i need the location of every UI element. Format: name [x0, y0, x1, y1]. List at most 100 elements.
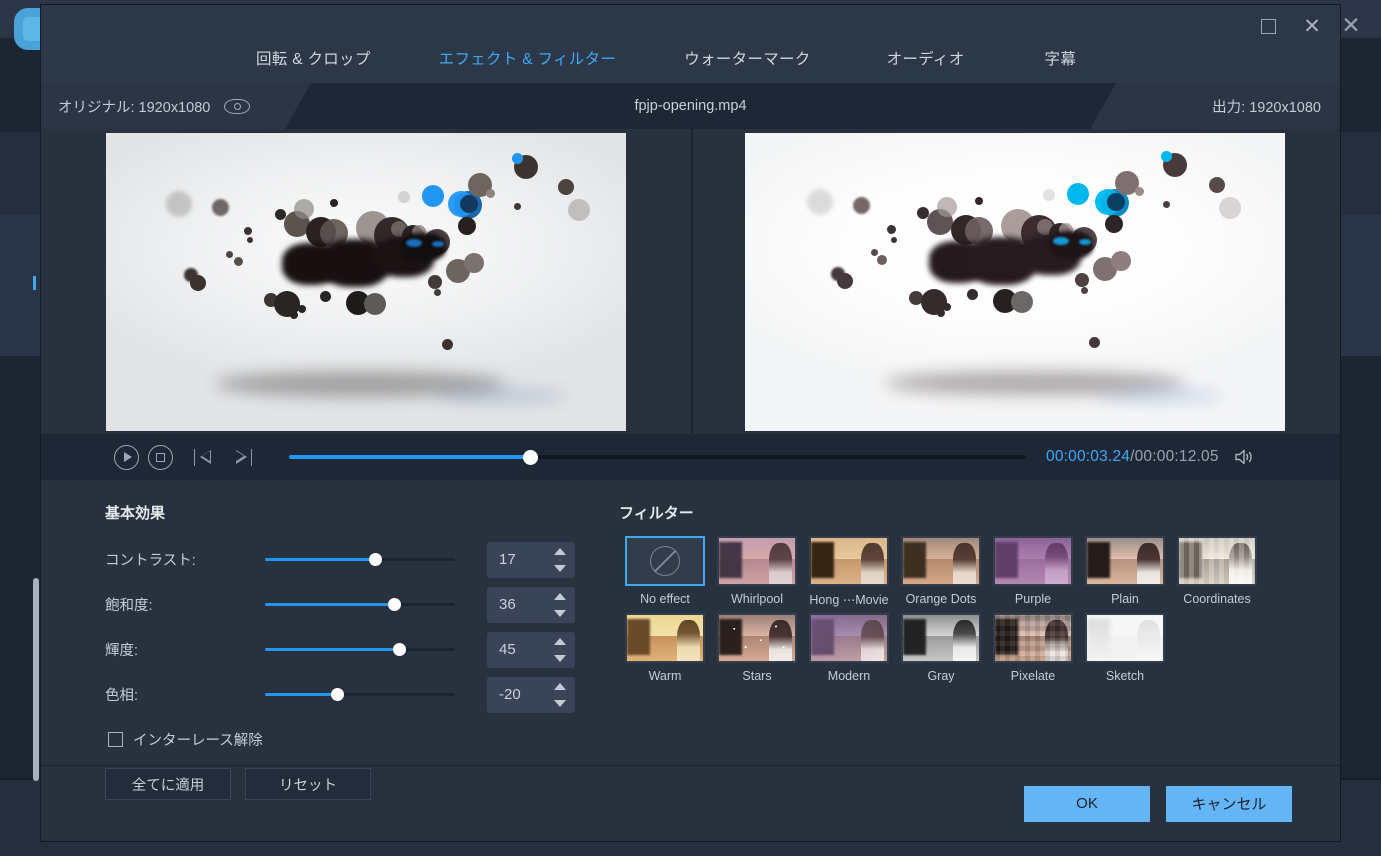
- filter-thumbnail: [993, 536, 1073, 586]
- brightness-value: 45: [499, 641, 516, 658]
- output-video-image: [745, 132, 1285, 431]
- filter-label: Purple: [1014, 592, 1052, 606]
- playback-controls: 00:00:03.24/00:00:12.05: [41, 434, 1340, 480]
- tab-audio[interactable]: オーディオ: [877, 43, 975, 73]
- seek-handle[interactable]: [523, 449, 538, 465]
- spinner-up-icon[interactable]: [554, 682, 566, 690]
- spinner-down-icon[interactable]: [554, 609, 566, 617]
- slider-fill: [265, 558, 376, 561]
- hue-row: 色相: -20: [105, 672, 585, 717]
- seek-fill: [289, 455, 532, 459]
- filter-label: Pixelate: [1010, 669, 1056, 683]
- current-time: 00:00:03.24: [1046, 448, 1131, 465]
- brightness-row: 輝度: 45: [105, 627, 585, 672]
- filter-thumbnail: [717, 536, 797, 586]
- slider-handle[interactable]: [330, 688, 344, 701]
- spinner-down-icon[interactable]: [554, 564, 566, 572]
- filter-thumbnail: [717, 613, 797, 663]
- dialog-body: 基本効果 コントラスト: 17 飽和度: 36 輝度: 45 色相: -20 イ…: [41, 480, 1340, 800]
- volume-button[interactable]: [1233, 447, 1257, 467]
- filter-label: Stars: [742, 669, 772, 683]
- tab-subtitle[interactable]: 字幕: [1035, 43, 1087, 73]
- seek-slider[interactable]: [289, 447, 1026, 467]
- contrast-slider[interactable]: [265, 552, 455, 568]
- spinner-arrows: [554, 682, 566, 707]
- slider-fill: [265, 648, 400, 651]
- brightness-spinner[interactable]: 45: [487, 631, 575, 668]
- apply-to-all-button[interactable]: 全てに適用: [105, 768, 231, 800]
- bg-accent-marker: [33, 276, 36, 290]
- eye-icon[interactable]: [224, 99, 250, 114]
- play-button[interactable]: [109, 440, 143, 474]
- maximize-button[interactable]: [1248, 11, 1288, 41]
- filter-item-whirlpool[interactable]: Whirlpool: [711, 536, 803, 607]
- time-display: 00:00:03.24/00:00:12.05: [1046, 448, 1219, 466]
- ok-button[interactable]: OK: [1024, 785, 1150, 822]
- saturation-value: 36: [499, 596, 516, 613]
- background-scrollbar[interactable]: [33, 578, 39, 781]
- previous-frame-button[interactable]: [185, 440, 219, 474]
- original-resolution-label: オリジナル: 1920x1080: [58, 99, 211, 116]
- spinner-arrows: [554, 592, 566, 617]
- basic-effects-buttons: 全てに適用 リセット: [105, 768, 585, 800]
- filter-thumbnail: [1177, 536, 1257, 586]
- contrast-value: 17: [499, 551, 516, 568]
- reset-button[interactable]: リセット: [245, 768, 371, 800]
- spinner-up-icon[interactable]: [554, 637, 566, 645]
- stop-button[interactable]: [143, 440, 177, 474]
- cancel-button[interactable]: キャンセル: [1166, 785, 1292, 822]
- filter-item-purple[interactable]: Purple: [987, 536, 1079, 607]
- saturation-row: 飽和度: 36: [105, 582, 585, 627]
- deinterlace-checkbox[interactable]: [108, 732, 123, 747]
- basic-effects-panel: 基本効果 コントラスト: 17 飽和度: 36 輝度: 45 色相: -20 イ…: [105, 502, 585, 800]
- filter-item-hong-movie[interactable]: Hong ⋯Movie: [803, 536, 895, 607]
- close-button[interactable]: ✕: [1292, 11, 1332, 41]
- spinner-up-icon[interactable]: [554, 592, 566, 600]
- original-preview: [41, 129, 690, 434]
- window-controls: ✕: [1248, 11, 1332, 41]
- filter-label: No effect: [640, 592, 690, 606]
- saturation-spinner[interactable]: 36: [487, 586, 575, 623]
- maximize-icon: [1260, 18, 1276, 34]
- filter-item-pixelate[interactable]: Pixelate: [987, 613, 1079, 683]
- filter-item-plain[interactable]: Plain: [1079, 536, 1171, 607]
- filters-grid: No effect Whirlpool Hong ⋯Movie Orange D…: [619, 536, 1279, 689]
- filter-label: Hong ⋯Movie: [809, 593, 889, 607]
- brightness-slider[interactable]: [265, 642, 455, 658]
- volume-icon: [1234, 449, 1252, 465]
- tab-effects-filters[interactable]: エフェクト & フィルター: [429, 43, 627, 73]
- filter-item-coordinates[interactable]: Coordinates: [1171, 536, 1263, 607]
- hue-value: -20: [499, 686, 521, 703]
- tab-rotate-crop[interactable]: 回転 & クロップ: [246, 43, 381, 73]
- basic-effects-title: 基本効果: [105, 505, 166, 522]
- slider-fill: [265, 693, 338, 696]
- slider-fill: [265, 603, 395, 606]
- filter-item-warm[interactable]: Warm: [619, 613, 711, 683]
- stop-icon: [147, 444, 173, 470]
- tab-watermark[interactable]: ウォーターマーク: [674, 43, 820, 73]
- filter-label: Modern: [827, 669, 871, 683]
- slider-handle[interactable]: [368, 553, 382, 566]
- filter-item-stars[interactable]: Stars: [711, 613, 803, 683]
- saturation-slider[interactable]: [265, 597, 455, 613]
- spinner-down-icon[interactable]: [554, 699, 566, 707]
- filter-item-modern[interactable]: Modern: [803, 613, 895, 683]
- deinterlace-row[interactable]: インターレース解除: [108, 729, 585, 750]
- filter-item-gray[interactable]: Gray: [895, 613, 987, 683]
- filter-item-sketch[interactable]: Sketch: [1079, 613, 1171, 683]
- filter-thumbnail: [809, 613, 889, 663]
- filter-item-no-effect[interactable]: No effect: [619, 536, 711, 607]
- spinner-up-icon[interactable]: [554, 547, 566, 555]
- filtered-preview: [690, 129, 1340, 434]
- next-frame-button[interactable]: [227, 440, 261, 474]
- contrast-spinner[interactable]: 17: [487, 541, 575, 578]
- hue-slider[interactable]: [265, 687, 455, 703]
- filter-label: Coordinates: [1183, 592, 1251, 606]
- spinner-down-icon[interactable]: [554, 654, 566, 662]
- filter-item-orange-dots[interactable]: Orange Dots: [895, 536, 987, 607]
- next-frame-icon: [235, 448, 253, 466]
- slider-handle[interactable]: [393, 643, 407, 656]
- hue-spinner[interactable]: -20: [487, 676, 575, 713]
- slider-handle[interactable]: [387, 598, 401, 611]
- hue-label: 色相:: [105, 688, 139, 704]
